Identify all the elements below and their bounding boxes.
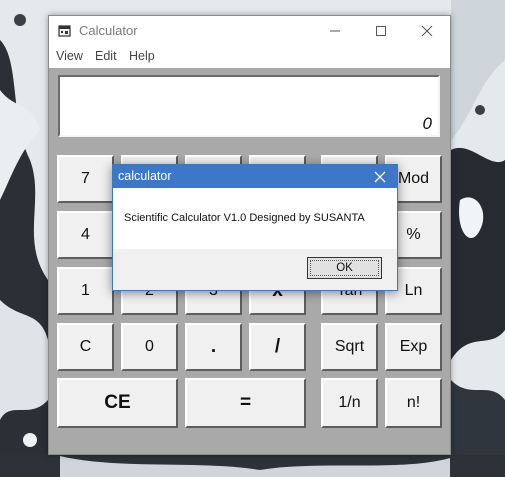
menu-edit[interactable]: Edit [95, 49, 117, 63]
dialog-body: Scientific Calculator V1.0 Designed by S… [113, 188, 397, 249]
dialog-title-bar[interactable]: calculator [113, 165, 397, 188]
calculator-app-icon [58, 25, 71, 37]
key-exp[interactable]: Exp [385, 323, 442, 371]
dialog-message: Scientific Calculator V1.0 Designed by S… [124, 212, 365, 224]
ok-button[interactable]: OK [307, 257, 382, 279]
dialog-title: calculator [118, 169, 172, 183]
dialog-close-button[interactable] [363, 165, 397, 188]
key-reciprocal[interactable]: 1/n [321, 378, 378, 428]
window-title: Calculator [79, 23, 138, 38]
key-clear-entry[interactable]: CE [57, 378, 178, 428]
minimize-button[interactable] [312, 16, 358, 46]
key-divide[interactable]: / [249, 323, 306, 371]
close-icon [421, 25, 433, 37]
result-display[interactable]: 0 [58, 75, 440, 137]
close-button[interactable] [404, 16, 450, 46]
display-value: 0 [422, 114, 432, 133]
maximize-button[interactable] [358, 16, 404, 46]
key-sqrt[interactable]: Sqrt [321, 323, 378, 371]
title-bar[interactable]: Calculator [49, 16, 450, 46]
key-0[interactable]: 0 [121, 323, 178, 371]
key-7[interactable]: 7 [57, 155, 114, 203]
key-decimal[interactable]: . [185, 323, 242, 371]
key-1[interactable]: 1 [57, 267, 114, 315]
key-clear[interactable]: C [57, 323, 114, 371]
menu-bar: View Edit Help [49, 46, 450, 69]
maximize-icon [376, 26, 386, 36]
menu-help[interactable]: Help [129, 49, 155, 63]
about-dialog: calculator Scientific Calculator V1.0 De… [112, 164, 398, 291]
key-factorial[interactable]: n! [385, 378, 442, 428]
key-4[interactable]: 4 [57, 211, 114, 259]
menu-view[interactable]: View [56, 49, 83, 63]
key-equals[interactable]: = [185, 378, 306, 428]
close-icon [374, 171, 386, 182]
minimize-icon [330, 30, 340, 32]
